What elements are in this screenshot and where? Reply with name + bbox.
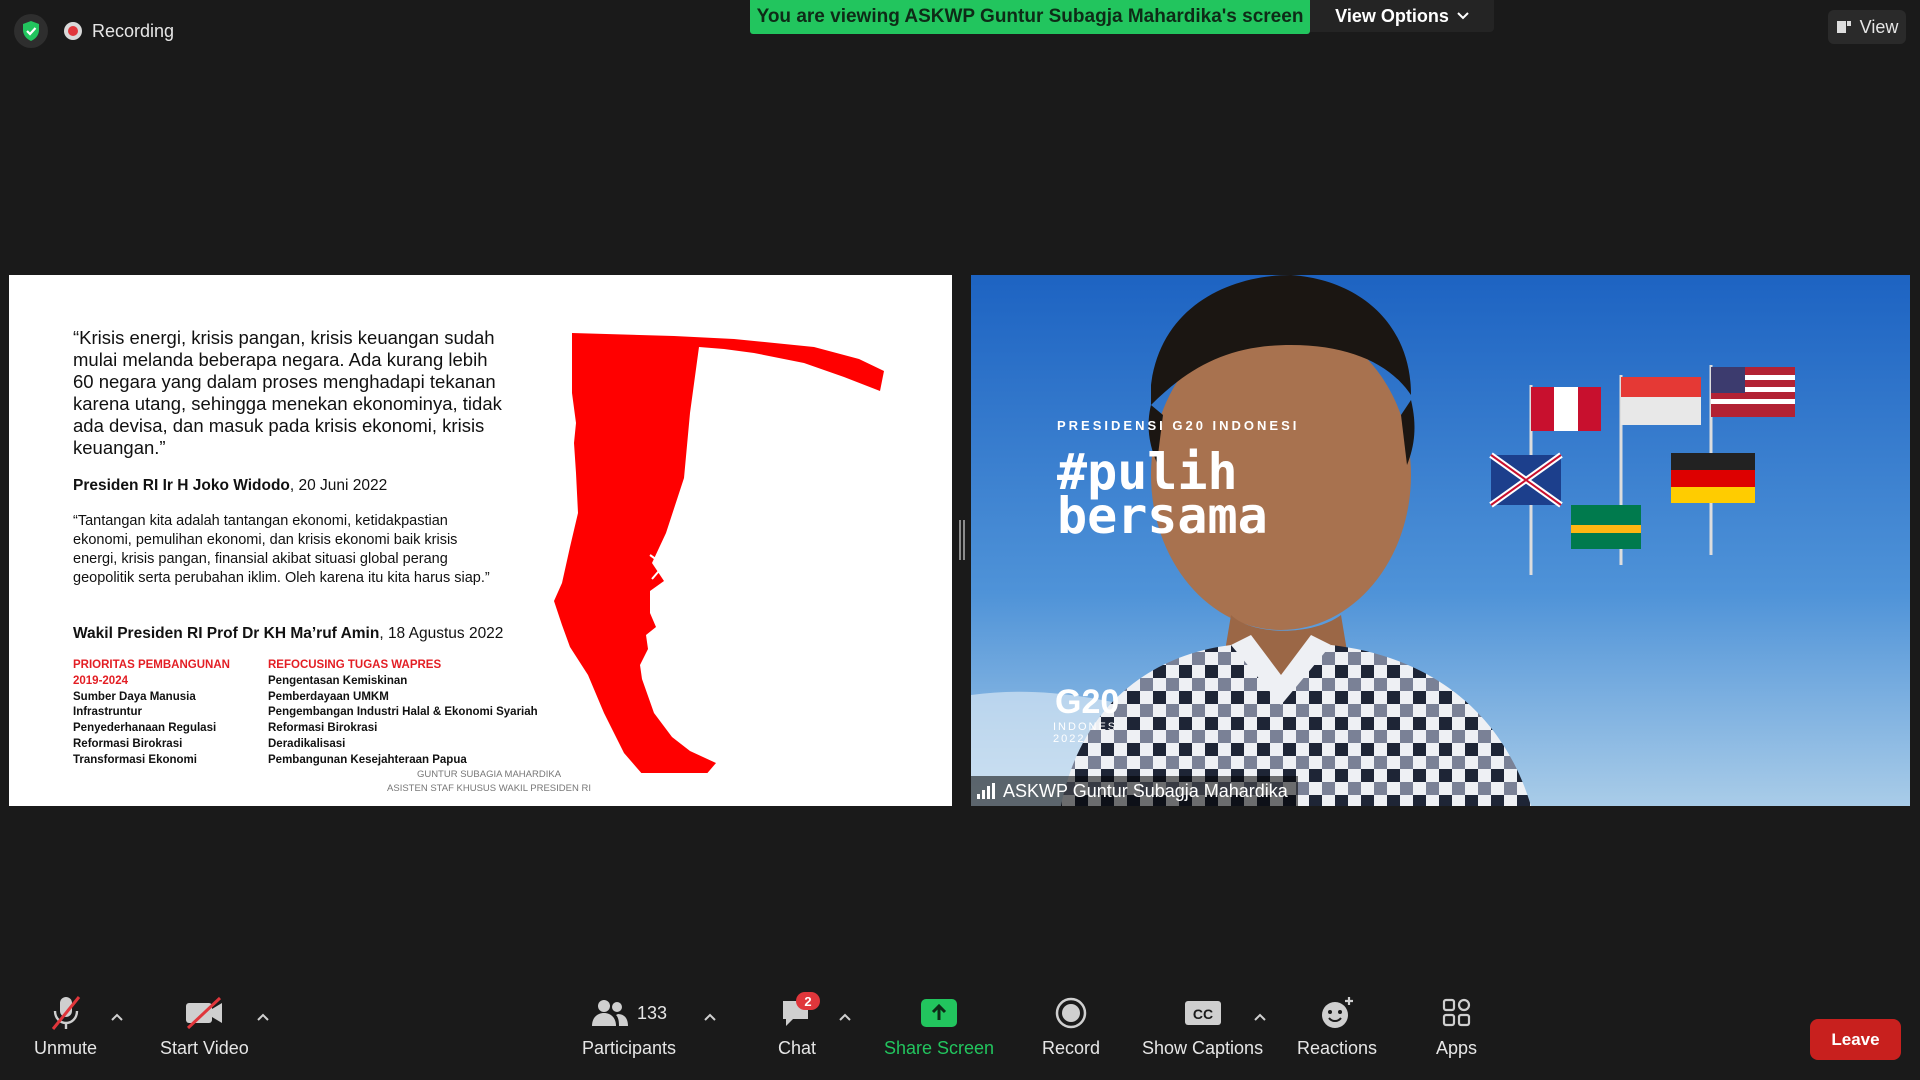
recording-indicator[interactable]: Recording (64, 16, 174, 46)
slide-attribution-1: Presiden RI Ir H Joko Widodo, 20 Juni 20… (73, 477, 387, 495)
recording-label: Recording (92, 20, 175, 41)
participants-button[interactable]: 133 Participants (582, 994, 676, 1059)
chat-label: Chat (778, 1038, 817, 1058)
record-dot-icon (64, 22, 82, 40)
participants-label: Participants (582, 1038, 677, 1058)
share-screen-button[interactable]: Share Screen (884, 994, 994, 1059)
bg-indonesia-text: INDONES 2022 (1053, 721, 1117, 745)
participant-video-tile[interactable]: PRESIDENSI G20 INDONESI #pulih bersama G… (971, 275, 1910, 806)
list-item: Pengembangan Industri Halal & Ekonomi Sy… (268, 706, 538, 719)
apps-label: Apps (1436, 1038, 1478, 1058)
record-icon (1055, 997, 1087, 1029)
bg-indonesia-line-2: 2022 (1053, 733, 1086, 745)
microphone-muted-icon (51, 996, 80, 1030)
view-label: View (1859, 16, 1899, 37)
unmute-label: Unmute (34, 1038, 98, 1058)
record-button[interactable]: Record (1042, 994, 1100, 1059)
start-video-button[interactable]: Start Video (160, 994, 249, 1059)
attr1-date: , 20 Juni 2022 (289, 477, 388, 494)
participants-count: 133 (637, 1002, 668, 1023)
security-shield[interactable] (14, 14, 48, 48)
chat-button[interactable]: 2 Chat (778, 992, 821, 1059)
closed-captions-icon: CC (1184, 1001, 1221, 1025)
svg-text:CC: CC (1192, 1006, 1212, 1022)
apps-button[interactable]: Apps (1436, 994, 1477, 1059)
bg-g20-logo-text: G20 (1055, 683, 1120, 721)
view-options-button[interactable]: View Options (1310, 0, 1494, 32)
list-item: Reformasi Birokrasi (73, 737, 183, 750)
view-button[interactable]: View (1828, 10, 1906, 44)
meeting-toolbar: Unmute Start Video 133 Participants 2 Ch… (0, 986, 1920, 1080)
unmute-button[interactable]: Unmute (34, 994, 97, 1059)
list-item: Deradikalisasi (268, 737, 346, 750)
view-options-label: View Options (1335, 5, 1449, 26)
slide-quote-1: “Krisis energi, krisis pangan, krisis ke… (73, 327, 502, 458)
show-captions-button[interactable]: CC Show Captions (1142, 994, 1263, 1059)
list-item: Infrastruntur (73, 706, 142, 719)
split-divider-handle[interactable] (959, 520, 965, 560)
list-item: Transformasi Ekonomi (73, 753, 197, 766)
video-camera-off-icon (186, 996, 223, 1030)
participant-name-tag: ASKWP Guntur Subagja Mahardika (971, 776, 1298, 806)
chevron-down-icon (1457, 12, 1469, 20)
audio-options-caret-icon[interactable] (110, 1010, 124, 1024)
chat-options-caret-icon[interactable] (838, 1010, 852, 1024)
leave-button[interactable]: Leave (1810, 1019, 1901, 1060)
attr1-name: Presiden RI Ir H Joko Widodo (73, 477, 290, 494)
priority-heading-1: PRIORITAS PEMBANGUNAN (73, 659, 230, 671)
share-screen-icon (921, 999, 958, 1027)
bg-indonesia-line-1: INDONES (1053, 721, 1118, 733)
bg-hashtag-text: #pulih bersama (1057, 447, 1268, 545)
viewing-screen-banner: You are viewing ASKWP Guntur Subagja Mah… (750, 0, 1310, 34)
chat-unread-badge: 2 (796, 992, 821, 1010)
bg-presidensi-text: PRESIDENSI G20 INDONESI (1057, 418, 1300, 433)
list-item: Pembangunan Kesejahteraan Papua (268, 753, 467, 766)
list-item: Reformasi Birokrasi (268, 722, 378, 735)
participant-name: ASKWP Guntur Subagja Mahardika (1003, 780, 1288, 801)
list-item: Sumber Daya Manusia (73, 690, 196, 703)
record-label: Record (1042, 1038, 1101, 1058)
signal-strength-icon (977, 783, 995, 799)
priority-column: PRIORITAS PEMBANGUNAN 2019-2024 Sumber D… (73, 658, 263, 769)
video-options-caret-icon[interactable] (256, 1010, 270, 1024)
reactions-button[interactable]: Reactions (1297, 994, 1377, 1059)
slide-attribution-2: Wakil Presiden RI Prof Dr KH Ma’ruf Amin… (73, 625, 503, 643)
priority-heading-2: 2019-2024 (73, 674, 128, 687)
red-profile-silhouette-graphic (554, 333, 884, 773)
participants-options-caret-icon[interactable] (703, 1010, 717, 1024)
layout-view-icon (1836, 21, 1851, 33)
show-captions-label: Show Captions (1142, 1038, 1264, 1058)
signature-title: ASISTEN STAF KHUSUS WAKIL PRESIDEN RI (387, 783, 591, 794)
refocusing-heading: REFOCUSING TUGAS WAPRES (268, 659, 442, 671)
attr2-name: Wakil Presiden RI Prof Dr KH Ma’ruf Amin (73, 625, 380, 642)
apps-grid-icon (1442, 998, 1470, 1027)
shield-check-icon (23, 21, 39, 41)
list-item: Penyederhanaan Regulasi (73, 722, 217, 735)
share-screen-label: Share Screen (884, 1038, 995, 1058)
slide-quote-2: “Tantangan kita adalah tantangan ekonomi… (73, 513, 490, 586)
start-video-label: Start Video (160, 1038, 249, 1058)
shared-screen-slide: “Krisis energi, krisis pangan, krisis ke… (9, 275, 952, 806)
list-item: Pemberdayaan UMKM (268, 690, 389, 703)
bg-hashtag-line-2: bersama (1057, 487, 1268, 545)
list-item: Pengentasan Kemiskinan (268, 674, 408, 687)
captions-options-caret-icon[interactable] (1253, 1010, 1267, 1024)
participants-icon (592, 1000, 628, 1026)
reactions-smiley-icon (1322, 997, 1354, 1028)
reactions-label: Reactions (1297, 1038, 1378, 1058)
attr2-date: , 18 Agustus 2022 (379, 625, 504, 642)
refocusing-column: REFOCUSING TUGAS WAPRES Pengentasan Kemi… (268, 658, 588, 769)
